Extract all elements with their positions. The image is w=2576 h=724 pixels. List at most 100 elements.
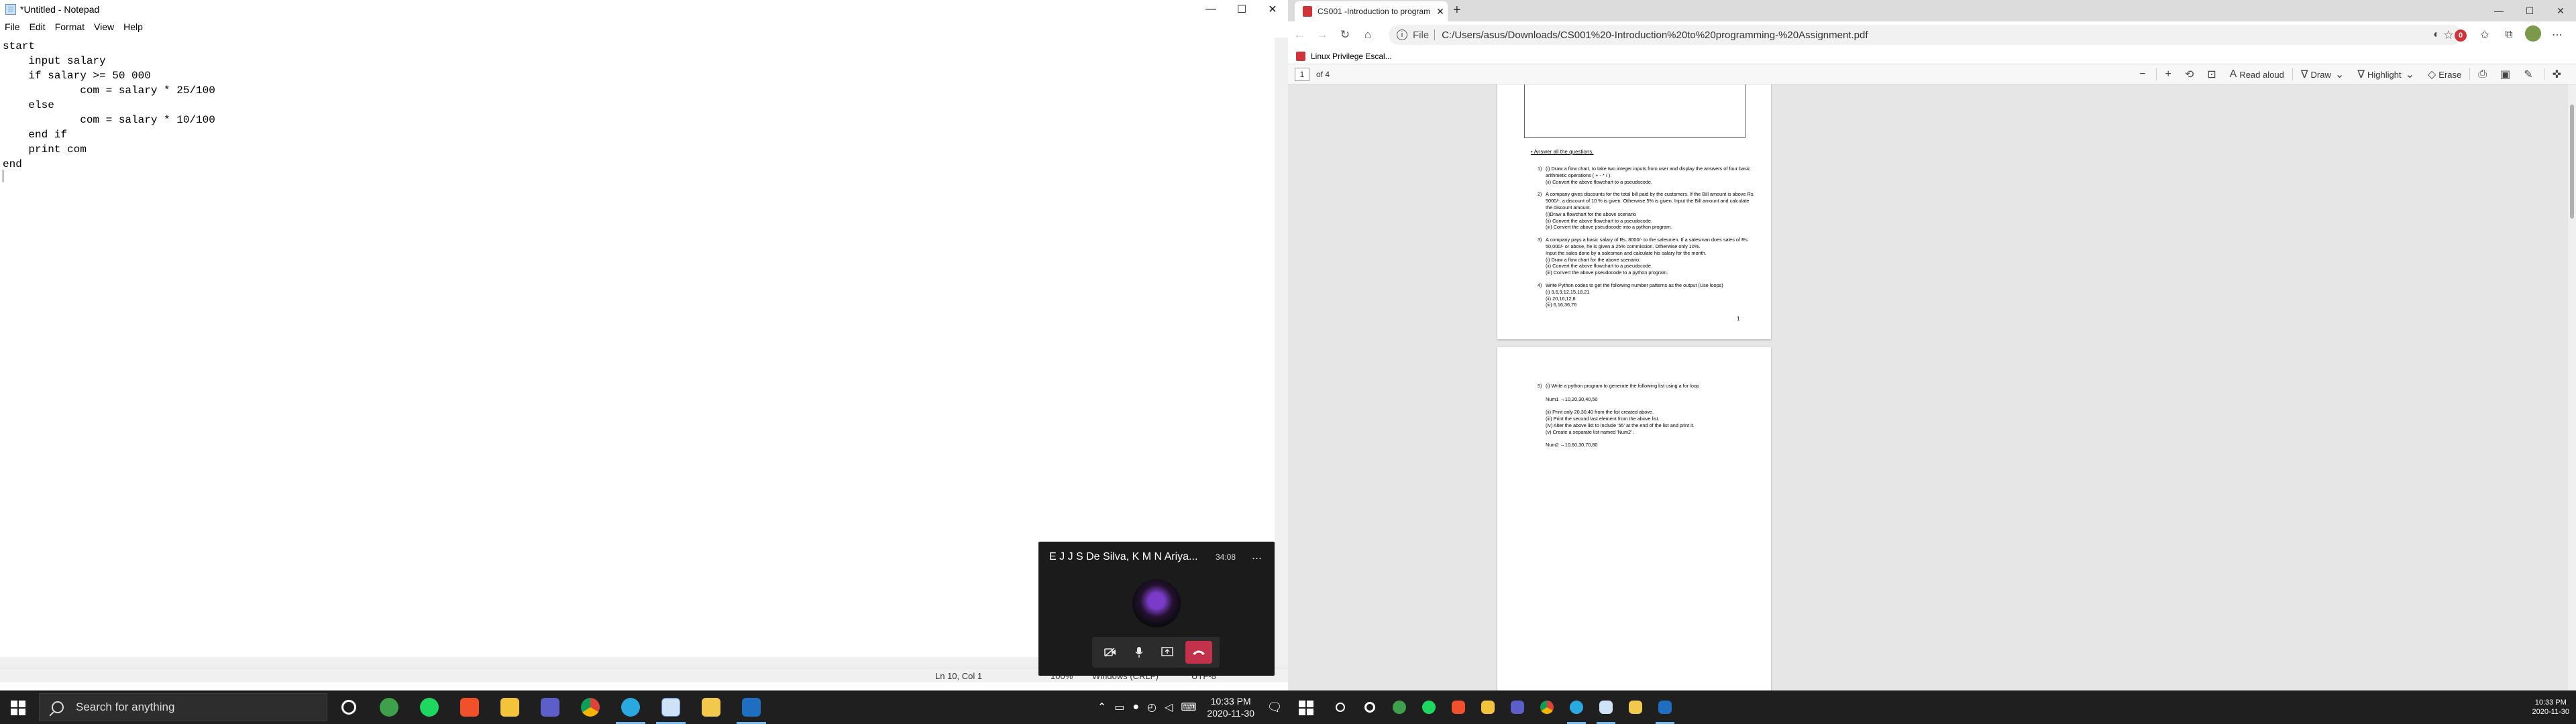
photos-icon[interactable] — [1650, 690, 1680, 724]
brave-icon[interactable] — [449, 690, 490, 724]
maximize-button[interactable]: ☐ — [1226, 0, 1257, 19]
fit-page-icon[interactable]: ⊡ — [2207, 68, 2218, 81]
menu-help[interactable]: Help — [119, 20, 148, 35]
erase-icon: ◇ — [2427, 69, 2436, 80]
new-tab-icon[interactable]: + — [1453, 3, 1461, 18]
rotate-icon[interactable]: ⟲ — [2185, 68, 2196, 81]
save-as-icon[interactable]: ✎ — [2524, 68, 2535, 81]
toolbar-divider — [2292, 68, 2293, 80]
edge-minimize-button[interactable]: — — [2483, 0, 2514, 21]
more-options-button[interactable]: ... — [1252, 548, 1262, 562]
print-icon[interactable]: ⎙ — [2478, 68, 2489, 80]
zoom-in-button[interactable]: + — [2165, 68, 2174, 80]
pdf-viewer[interactable]: • Answer all the questions. 1) (i) Draw a… — [1288, 84, 2576, 690]
windows-start-icon[interactable] — [11, 701, 25, 715]
end-call-button[interactable] — [1185, 641, 1212, 664]
menu-file[interactable]: File — [0, 20, 25, 35]
tab-close-icon[interactable]: ✕ — [1433, 6, 1448, 17]
paint-icon[interactable] — [691, 690, 731, 724]
call-timer: 34:08 — [1216, 552, 1236, 562]
cortana-icon[interactable] — [329, 690, 369, 724]
app-green-icon[interactable] — [369, 690, 409, 724]
chrome-icon[interactable] — [570, 690, 610, 724]
paint-icon[interactable] — [1621, 690, 1650, 724]
info-icon[interactable]: i — [1397, 29, 1407, 40]
header-box — [1524, 84, 1746, 138]
refresh-icon[interactable]: ↻ — [1334, 23, 1356, 46]
battery-icon[interactable]: ▭ — [1114, 701, 1124, 714]
pin-toolbar-icon[interactable]: ✜ — [2553, 68, 2564, 81]
taskbar-right-apps — [1326, 690, 1680, 724]
scroll-thumb[interactable] — [2570, 105, 2574, 219]
edge-icon[interactable] — [1562, 690, 1591, 724]
draw-button[interactable]: ∇ Draw ⌄ — [2301, 68, 2347, 81]
profile-avatar[interactable] — [2521, 25, 2545, 45]
adblock-icon[interactable]: 0 — [2449, 29, 2473, 42]
question-line: Write Python codes to get the following … — [1546, 282, 1723, 288]
home-icon[interactable]: ⌂ — [1356, 23, 1379, 46]
chrome-icon[interactable] — [1532, 690, 1562, 724]
teams-icon[interactable] — [1503, 690, 1532, 724]
chevron-down-icon[interactable]: ⌄ — [2406, 68, 2414, 81]
taskbar-clock[interactable]: 10:33 PM 2020-11-30 — [1207, 695, 1254, 719]
notification-icon[interactable]: 🗨 — [1261, 690, 1288, 724]
notepad-taskbar-icon[interactable] — [651, 690, 691, 724]
settings-more-icon[interactable]: ⋯ — [2545, 28, 2569, 42]
erase-button[interactable]: ◇ Erase — [2428, 68, 2461, 81]
page-number-input[interactable]: 1 — [1295, 68, 1309, 81]
collections-icon[interactable]: ⧉ — [2497, 29, 2521, 41]
notepad-title-bar[interactable]: *Untitled - Notepad — [0, 0, 1275, 19]
favorites-icon[interactable]: ✩ — [2473, 28, 2497, 42]
minimize-button[interactable]: — — [1195, 0, 1226, 19]
notepad-vertical-scrollbar[interactable] — [1275, 38, 1288, 668]
call-mini-window[interactable]: E J J S De Silva, K M N Ariya... 34:08 .… — [1038, 542, 1275, 676]
brave-icon[interactable] — [1444, 690, 1473, 724]
url-text: C:/Users/asus/Downloads/CS001%20-Introdu… — [1442, 29, 1868, 41]
menu-edit[interactable]: Edit — [25, 20, 50, 35]
volume-icon[interactable]: ◁ — [1165, 701, 1173, 714]
share-screen-icon[interactable] — [1157, 642, 1178, 663]
search-icon[interactable] — [1326, 690, 1355, 724]
menu-view[interactable]: View — [89, 20, 119, 35]
notepad-taskbar-icon[interactable] — [1591, 690, 1621, 724]
close-button[interactable]: ✕ — [1257, 0, 1288, 19]
edge-close-button[interactable]: ✕ — [2545, 0, 2576, 21]
back-icon[interactable]: ← — [1288, 23, 1311, 46]
edge-maximize-button[interactable]: ☐ — [2514, 0, 2545, 21]
taskbar-search-box[interactable]: Search for anything — [39, 693, 327, 721]
language-icon[interactable]: ⌨ — [1181, 701, 1196, 714]
highlight-icon: ∇ — [2357, 69, 2365, 80]
taskbar-left: Search for anything ⌃ ▭ ● ◴ ◁ ⌨ 10:33 PM… — [0, 690, 1288, 724]
cortana-icon[interactable] — [1355, 690, 1385, 724]
chevron-up-icon[interactable]: ⌃ — [1097, 701, 1106, 714]
spotify-icon[interactable] — [1414, 690, 1444, 724]
camera-off-icon[interactable] — [1099, 642, 1121, 663]
read-aloud-button[interactable]: A Read aloud — [2230, 68, 2284, 80]
tab-pdf[interactable]: CS001 -Introduction to program ✕ — [1295, 1, 1448, 21]
edge-icon[interactable] — [610, 690, 651, 724]
question-line: (iii) Convert the above pseudocode to a … — [1546, 269, 1668, 276]
forward-icon[interactable]: → — [1311, 23, 1334, 46]
question-line: (v) Create a separate list named 'Num2' … — [1546, 428, 1635, 435]
network-icon[interactable]: ◴ — [1147, 701, 1157, 714]
file-explorer-icon[interactable] — [490, 690, 530, 724]
microphone-tray-icon[interactable]: ● — [1132, 701, 1139, 713]
windows-start-icon[interactable] — [1299, 701, 1313, 715]
pdf-vertical-scrollbar[interactable] — [2568, 84, 2576, 690]
favorite-link[interactable]: Linux Privilege Escal... — [1311, 52, 1392, 61]
spotify-icon[interactable] — [409, 690, 449, 724]
taskbar-clock-right[interactable]: 10:33 PM 2020-11-30 — [2532, 698, 2569, 717]
microphone-icon[interactable] — [1128, 642, 1150, 663]
zoom-out-button[interactable]: − — [2139, 68, 2148, 80]
extension-icon[interactable]: ◐ — [2424, 29, 2449, 41]
teams-icon[interactable] — [530, 690, 570, 724]
photos-icon[interactable] — [731, 690, 771, 724]
app-green-icon[interactable] — [1385, 690, 1414, 724]
address-bar[interactable]: i File C:/Users/asus/Downloads/CS001%20-… — [1389, 25, 2462, 45]
save-icon[interactable]: ▣ — [2500, 68, 2513, 81]
file-explorer-icon[interactable] — [1473, 690, 1503, 724]
menu-format[interactable]: Format — [50, 20, 89, 35]
read-aloud-label: Read aloud — [2239, 69, 2284, 80]
chevron-down-icon[interactable]: ⌄ — [2335, 68, 2344, 81]
highlight-button[interactable]: ∇ Highlight ⌄ — [2357, 68, 2417, 81]
